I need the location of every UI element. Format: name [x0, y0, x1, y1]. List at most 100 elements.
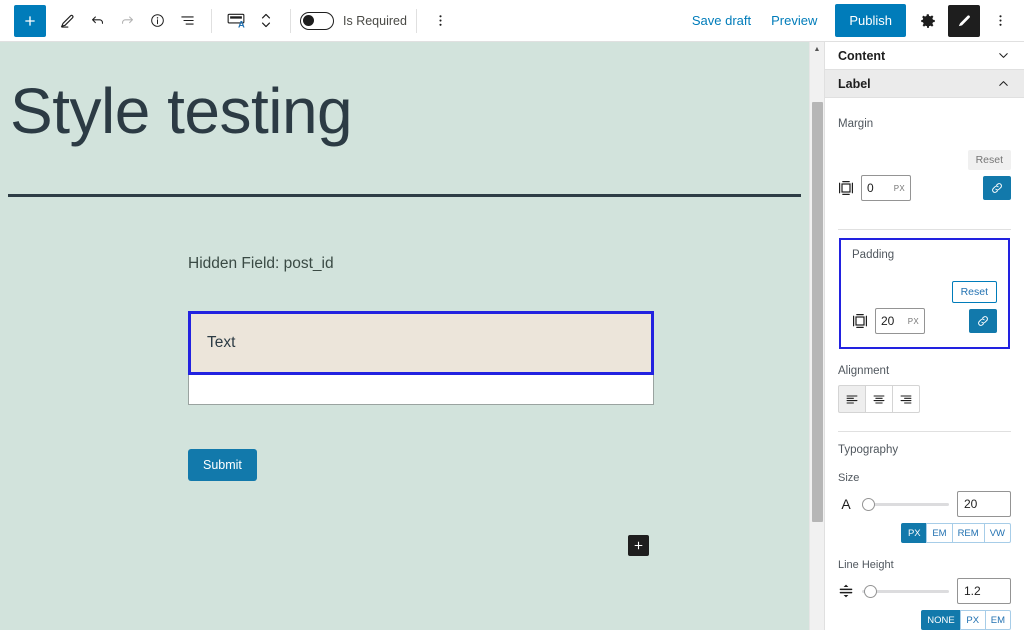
line-height-unit-em[interactable]: EM	[984, 610, 1011, 630]
slider-thumb[interactable]	[862, 497, 875, 511]
toolbar-left-group: A Is Required	[0, 0, 456, 41]
line-height-input[interactable]: 1.2	[957, 578, 1011, 604]
margin-value: 0	[867, 181, 874, 195]
page-title[interactable]: Style testing	[0, 42, 809, 147]
styles-button[interactable]	[948, 4, 980, 37]
publish-button[interactable]: Publish	[835, 4, 906, 37]
panel-header-label[interactable]: Label	[825, 70, 1024, 98]
undo-button[interactable]	[82, 6, 112, 36]
block-type-button[interactable]: A	[221, 6, 251, 36]
margin-title: Margin	[838, 118, 874, 130]
editor-root: A Is Required Save draft Preview Publish…	[0, 0, 1024, 630]
padding-reset-row: Reset	[852, 281, 997, 303]
panel-header-content[interactable]: Content	[825, 42, 1024, 70]
padding-link-sides-button[interactable]	[969, 309, 997, 333]
hidden-field-note: Hidden Field: post_id	[188, 255, 334, 273]
line-height-unit-none[interactable]: NONE	[921, 610, 961, 630]
font-size-value: 20	[964, 497, 978, 511]
align-right-icon	[900, 394, 912, 404]
alignment-title: Alignment	[838, 365, 890, 377]
line-height-slider[interactable]	[862, 584, 949, 598]
align-center-icon	[873, 394, 885, 404]
margin-row: 0 PX	[838, 175, 1011, 201]
scroll-up-arrow[interactable]: ▲	[810, 42, 824, 56]
settings-sidebar: Content Label Margin Reset 0 PX Padding …	[824, 42, 1024, 630]
svg-text:A: A	[238, 18, 245, 29]
redo-button[interactable]	[112, 6, 142, 36]
line-height-label: Line Height	[838, 559, 894, 571]
font-size-unit-group: PX EM REM VW	[838, 523, 1011, 543]
font-size-unit-em[interactable]: EM	[926, 523, 953, 543]
padding-row: 20 PX	[852, 308, 997, 334]
margin-link-sides-button[interactable]	[983, 176, 1011, 200]
align-left-button[interactable]	[838, 385, 866, 413]
align-left-icon	[846, 394, 858, 404]
text-input[interactable]	[188, 375, 654, 406]
add-block-button[interactable]	[14, 4, 46, 37]
submit-button[interactable]: Submit	[188, 449, 257, 482]
scroll-thumb[interactable]	[812, 102, 823, 522]
move-block-button[interactable]	[251, 6, 281, 36]
toggle-track	[300, 11, 334, 30]
redo-arrow-icon	[121, 16, 133, 24]
margin-reset-button[interactable]: Reset	[967, 150, 1011, 170]
toolbar-divider	[211, 8, 212, 33]
font-size-unit-rem[interactable]: REM	[951, 523, 985, 543]
post-canvas[interactable]: Style testing Hidden Field: post_id Text…	[0, 42, 809, 630]
margin-unit: PX	[893, 183, 905, 193]
font-size-glyph: A	[841, 496, 851, 512]
save-draft-button[interactable]: Save draft	[682, 7, 761, 34]
alignment-button-group	[838, 385, 1011, 413]
pencil-icon	[60, 14, 74, 28]
block-appender-button[interactable]	[628, 535, 649, 556]
padding-reset-button[interactable]: Reset	[951, 281, 997, 303]
three-dots-vertical-icon	[439, 15, 442, 26]
editor-toolbar: A Is Required Save draft Preview Publish	[0, 0, 1024, 42]
font-size-input[interactable]: 20	[957, 491, 1011, 517]
editor-body: Style testing Hidden Field: post_id Text…	[0, 42, 1024, 630]
font-size-slider[interactable]	[862, 497, 949, 511]
settings-button[interactable]	[912, 5, 944, 37]
preview-button[interactable]: Preview	[761, 7, 827, 34]
slider-thumb[interactable]	[864, 584, 877, 598]
padding-control-group[interactable]: Padding Reset 20 PX	[839, 238, 1010, 349]
toolbar-divider-2	[290, 8, 291, 33]
info-circle-icon	[150, 14, 164, 27]
is-required-toggle[interactable]: Is Required	[300, 11, 407, 30]
align-right-button[interactable]	[892, 385, 920, 413]
more-options-button[interactable]	[984, 5, 1016, 37]
padding-input[interactable]: 20 PX	[875, 308, 925, 334]
block-options-button[interactable]	[426, 6, 456, 36]
font-size-unit-px[interactable]: PX	[901, 523, 928, 543]
padding-title: Padding	[852, 249, 895, 261]
margin-input[interactable]: 0 PX	[861, 175, 911, 201]
line-height-value: 1.2	[964, 584, 981, 598]
tools-edit-button[interactable]	[52, 6, 82, 36]
text-field-block[interactable]: Text	[188, 311, 654, 406]
padding-value: 20	[881, 314, 895, 328]
up-down-chevron-icon	[261, 13, 271, 28]
panel-title-label: Label	[838, 76, 871, 91]
panel-title-content: Content	[838, 48, 886, 63]
toolbar-right-group: Save draft Preview Publish	[682, 0, 1024, 41]
align-center-button[interactable]	[865, 385, 893, 413]
chevron-down-icon	[996, 48, 1011, 63]
details-button[interactable]	[142, 6, 172, 36]
typography-title: Typography	[838, 444, 899, 456]
typography-section: Typography Size A 20 PX EM REM VW Line H…	[825, 432, 1024, 630]
font-size-unit-vw[interactable]: VW	[983, 523, 1011, 543]
is-required-label: Is Required	[343, 13, 407, 28]
plus-icon	[25, 15, 35, 26]
three-dots-vertical-icon	[998, 15, 1002, 26]
line-height-unit-group: NONE PX EM	[838, 610, 1011, 630]
list-view-button[interactable]	[172, 6, 202, 36]
field-label[interactable]: Text	[188, 311, 654, 376]
block-text-icon: A	[227, 13, 245, 29]
font-size-row: A 20	[838, 491, 1011, 517]
undo-arrow-icon	[91, 16, 103, 24]
line-height-unit-px[interactable]: PX	[959, 610, 986, 630]
canvas-scrollbar[interactable]: ▲	[809, 42, 824, 630]
slider-track	[862, 502, 949, 506]
padding-section: Padding Reset 20 PX	[825, 230, 1024, 349]
list-view-icon	[180, 16, 194, 25]
